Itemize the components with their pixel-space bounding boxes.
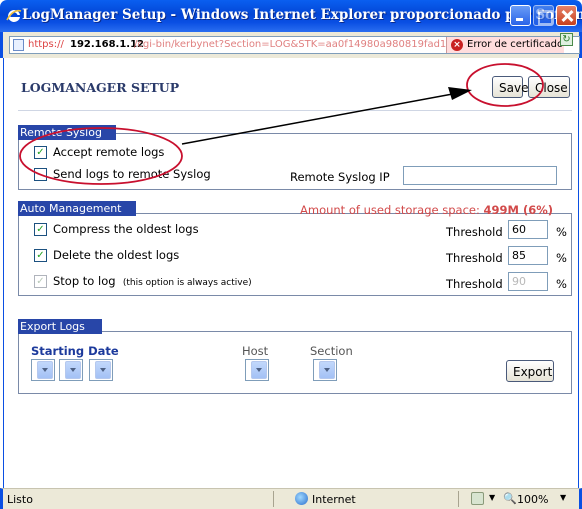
compress-threshold-input[interactable]: 60: [508, 220, 548, 239]
chevron-down-icon[interactable]: ▼: [489, 493, 495, 502]
status-divider: [458, 491, 459, 507]
export-button[interactable]: Export: [506, 360, 554, 382]
maximize-button[interactable]: [533, 5, 554, 26]
save-button[interactable]: Save: [492, 76, 528, 98]
remote-syslog-ip-label: Remote Syslog IP: [290, 170, 390, 184]
chevron-down-icon: [319, 361, 335, 379]
chevron-down-icon: [95, 361, 111, 379]
storage-value: 499M (6%): [483, 203, 554, 217]
ie-logo-icon: [6, 9, 22, 22]
security-zone-text: Internet: [312, 493, 356, 506]
window-title: LogManager Setup - Windows Internet Expl…: [22, 7, 582, 23]
accept-remote-logs-checkbox[interactable]: ✓: [34, 146, 47, 159]
stop-log-note: (this option is always active): [122, 278, 252, 288]
send-remote-syslog-label: Send logs to remote Syslog: [53, 167, 211, 181]
start-day-select[interactable]: [31, 359, 55, 381]
address-bar: https:// 192.168.1.12 /cgi-bin/kerbynet?…: [0, 32, 582, 58]
start-month-select[interactable]: [59, 359, 83, 381]
remote-syslog-heading: Remote Syslog: [18, 125, 116, 140]
delete-logs-label: Delete the oldest logs: [53, 248, 180, 262]
section-label: Section: [310, 344, 353, 358]
remote-syslog-ip-input[interactable]: [403, 166, 557, 185]
certificate-error-text: Error de certificado: [467, 39, 564, 50]
starting-date-label: Starting Date: [31, 344, 119, 358]
chevron-down-icon: [37, 361, 53, 379]
page-icon: [13, 39, 24, 51]
url-path: /cgi-bin/kerbynet?Section=LOG&STK=aa0f14…: [134, 39, 446, 50]
stop-threshold-label: Threshold: [446, 277, 503, 291]
storage-usage: Amount of used storage space: 499M (6%): [300, 203, 553, 217]
compress-logs-label: Compress the oldest logs: [53, 222, 199, 236]
host-label: Host: [242, 344, 269, 358]
delete-threshold-input[interactable]: 85: [508, 246, 548, 265]
delete-logs-checkbox[interactable]: ✓: [34, 249, 47, 262]
stop-log-label: Stop to log (this option is always activ…: [53, 274, 252, 288]
certificate-error-icon: ×: [451, 39, 463, 51]
delete-threshold-unit: %: [556, 251, 567, 265]
zoom-icon: 🔍: [503, 492, 517, 505]
send-remote-syslog-checkbox[interactable]: [34, 168, 47, 181]
url-scheme: https://: [28, 39, 64, 50]
close-button[interactable]: Close: [528, 76, 570, 98]
minimize-button[interactable]: [510, 5, 531, 26]
stop-log-text: Stop to log: [53, 274, 116, 288]
url-host: 192.168.1.12: [70, 39, 145, 50]
storage-label: Amount of used storage space:: [300, 203, 480, 217]
compress-threshold-label: Threshold: [446, 225, 503, 239]
accept-remote-logs-label: Accept remote logs: [53, 145, 165, 159]
stop-log-checkbox: ✓: [34, 275, 47, 288]
chevron-down-icon[interactable]: ▼: [560, 493, 566, 502]
compress-threshold-unit: %: [556, 225, 567, 239]
start-year-select[interactable]: [89, 359, 113, 381]
refresh-icon[interactable]: ↻: [560, 33, 573, 46]
header-divider: [18, 110, 572, 111]
chevron-down-icon: [65, 361, 81, 379]
stop-threshold-input: 90: [508, 272, 548, 291]
status-divider: [273, 491, 274, 507]
delete-threshold-label: Threshold: [446, 251, 503, 265]
zoom-level[interactable]: 100%: [517, 493, 548, 506]
certificate-error-badge[interactable]: × Error de certificado: [446, 37, 564, 53]
host-select[interactable]: [245, 359, 269, 381]
status-text: Listo: [7, 493, 33, 506]
status-bar: Listo Internet ▼ 🔍 100% ▼: [0, 488, 582, 509]
page-title: LOGMANAGER SETUP: [21, 80, 180, 95]
globe-icon: [295, 492, 308, 505]
stop-threshold-unit: %: [556, 277, 567, 291]
section-select[interactable]: [313, 359, 337, 381]
export-logs-heading: Export Logs: [18, 319, 102, 334]
protected-mode-icon[interactable]: [471, 492, 484, 505]
address-field[interactable]: https:// 192.168.1.12 /cgi-bin/kerbynet?…: [9, 36, 580, 54]
chevron-down-icon: [251, 361, 267, 379]
compress-logs-checkbox[interactable]: ✓: [34, 223, 47, 236]
window-close-button[interactable]: [556, 5, 577, 26]
window-title-bar[interactable]: LogManager Setup - Windows Internet Expl…: [0, 0, 582, 32]
auto-management-heading: Auto Management: [18, 201, 136, 216]
